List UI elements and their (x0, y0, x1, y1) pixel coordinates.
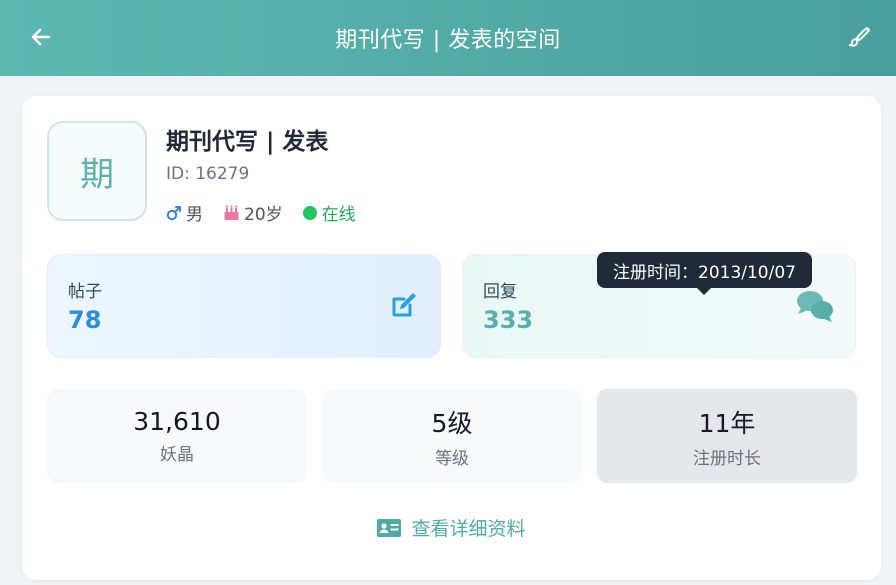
view-details-link[interactable]: 查看详细资料 (22, 514, 881, 541)
level-stat: 5级 等级 (322, 389, 582, 483)
crystal-label: 妖晶 (160, 445, 194, 465)
user-meta: 男 20岁 在线 (166, 200, 376, 225)
age-text: 20岁 (244, 205, 283, 225)
id-card-icon (377, 518, 402, 537)
birthday-cake-icon (223, 204, 240, 221)
level-label: 等级 (435, 448, 469, 469)
gender-info: 男 (166, 200, 203, 225)
page-title: 期刊代写 | 发表的空间 (335, 28, 561, 53)
online-dot (302, 205, 317, 220)
replies-value: 333 (483, 306, 534, 334)
user-name: 期刊代写 | 发表 (166, 129, 329, 155)
posts-stat[interactable]: 帖子 78 (47, 254, 441, 358)
edit-button[interactable] (844, 22, 874, 52)
registration-tooltip: 注册时间：2013/10/07 (597, 252, 812, 295)
male-icon (166, 205, 182, 221)
avatar: 期 (47, 121, 147, 221)
arrow-left-icon (31, 28, 51, 46)
duration-label: 注册时长 (693, 448, 761, 469)
level-value: 5级 (431, 408, 473, 438)
online-status: 在线 (302, 200, 356, 225)
crystal-stat: 31,610 妖晶 (47, 389, 307, 483)
status-text: 在线 (321, 205, 356, 225)
membership-duration-stat[interactable]: 11年 注册时长 (597, 389, 857, 483)
edit-square-icon (388, 289, 420, 325)
comments-icon (795, 289, 835, 327)
top-bar: 期刊代写 | 发表的空间 (0, 0, 896, 76)
back-button[interactable] (26, 22, 56, 52)
paintbrush-icon (849, 27, 870, 47)
posts-value: 78 (68, 306, 102, 334)
gender-text: 男 (186, 205, 203, 225)
crystal-value: 31,610 (133, 407, 221, 436)
user-id: ID: 16279 (166, 164, 250, 184)
posts-label: 帖子 (68, 282, 102, 302)
profile-card: 期 期刊代写 | 发表 ID: 16279 男 20岁 在线 帖子 78 回复 … (22, 96, 881, 580)
age-info: 20岁 (223, 200, 283, 225)
duration-value: 11年 (698, 408, 756, 438)
view-details-text: 查看详细资料 (411, 518, 526, 540)
